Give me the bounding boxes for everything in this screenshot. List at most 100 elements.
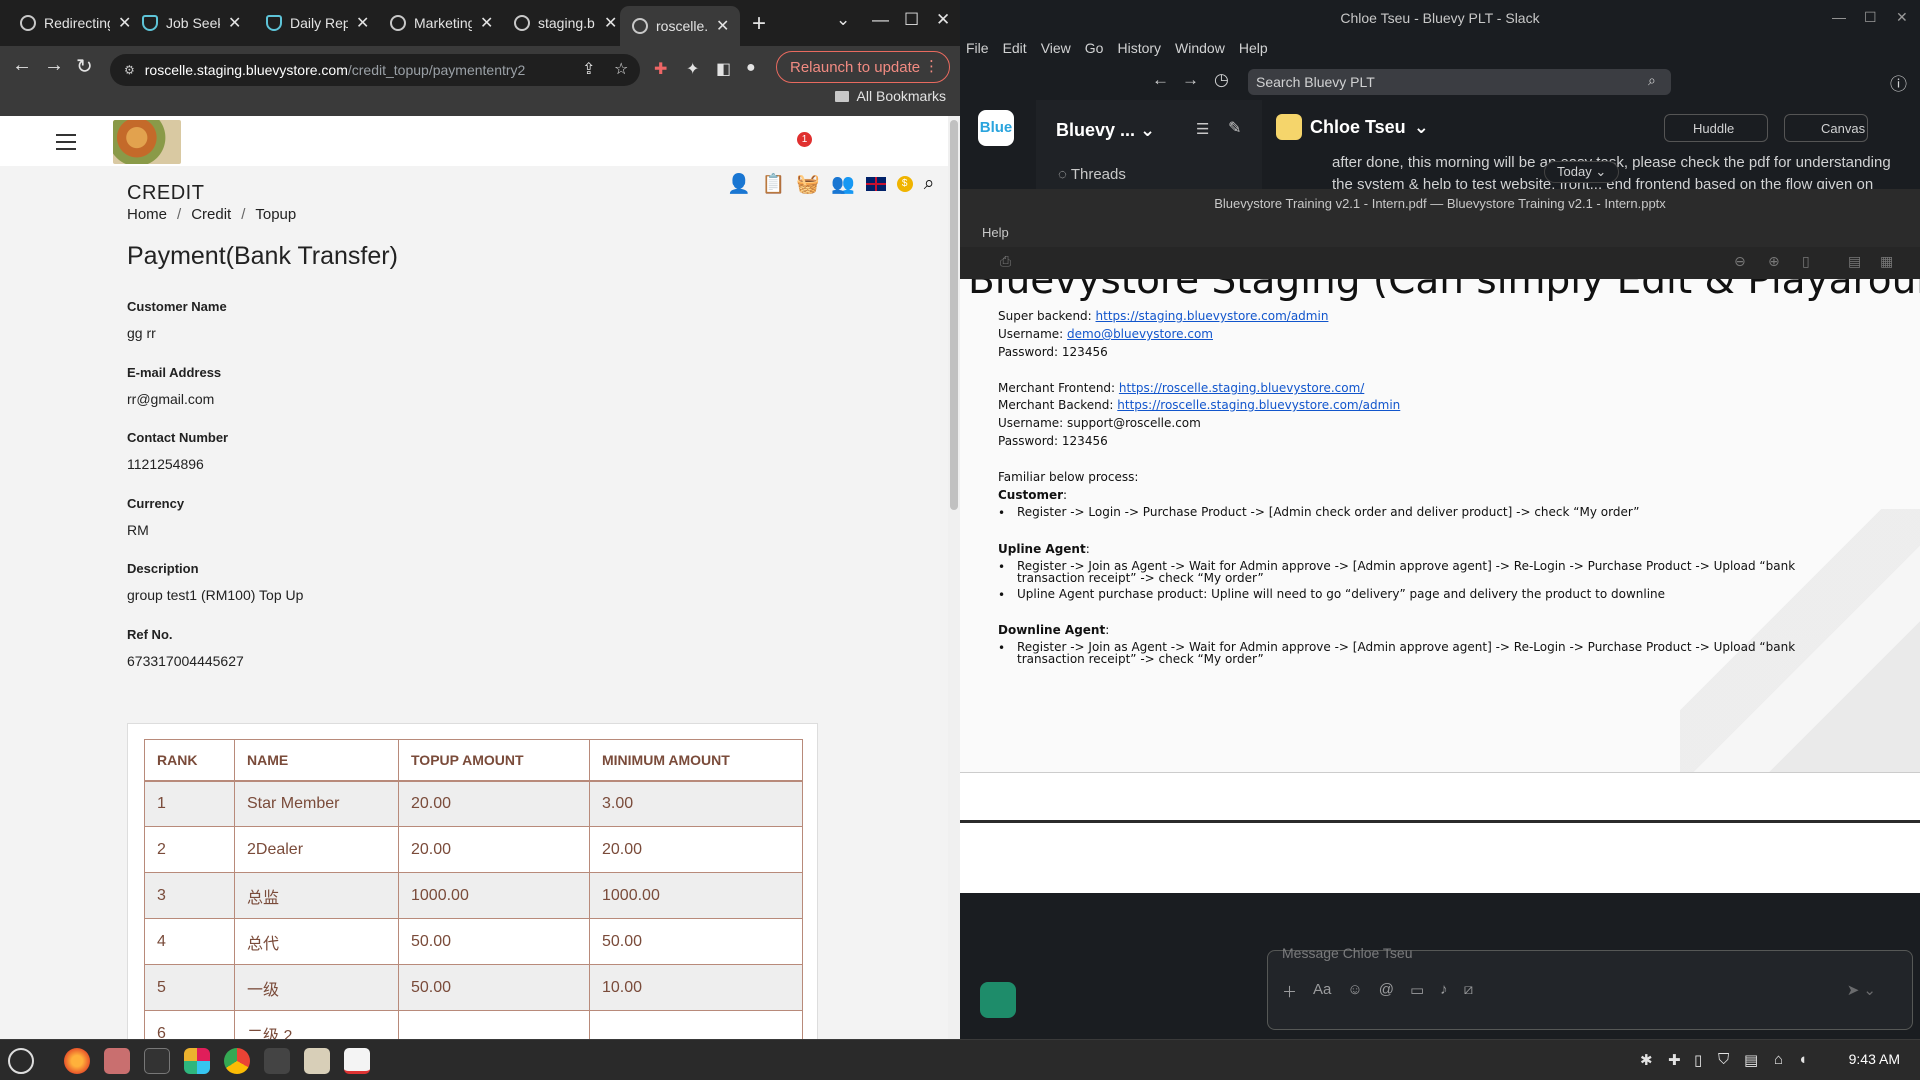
breadcrumb-home[interactable]: Home bbox=[127, 206, 167, 223]
more-menu-icon[interactable]: ⋮ bbox=[924, 57, 939, 75]
profile-icon[interactable]: ● bbox=[746, 59, 756, 77]
slack-search-input[interactable]: Search Bluevy PLT bbox=[1248, 69, 1671, 95]
tab-search-icon[interactable]: ⌄ bbox=[836, 10, 850, 30]
zoom-in-icon[interactable]: ⊕ bbox=[1768, 253, 1780, 270]
breadcrumb-credit[interactable]: Credit bbox=[191, 206, 231, 223]
close-tab-icon[interactable]: ✕ bbox=[480, 13, 493, 33]
merchant-backend-link[interactable]: https://roscelle.staging.bluevystore.com… bbox=[1117, 398, 1400, 412]
uk-flag-icon[interactable] bbox=[865, 177, 886, 191]
print-icon[interactable]: ⎙ bbox=[1000, 253, 1011, 270]
minimize-icon[interactable]: — bbox=[872, 10, 889, 30]
chrome-icon[interactable] bbox=[224, 1048, 250, 1074]
filter-icon[interactable]: ☰ bbox=[1196, 120, 1209, 138]
plus-icon[interactable]: ＋ bbox=[1282, 981, 1297, 1002]
address-bar[interactable]: ⚙ roscelle.staging.bluevystore.com/credi… bbox=[110, 54, 640, 86]
files-icon[interactable] bbox=[104, 1048, 130, 1074]
username-email-link[interactable]: demo@bluevystore.com bbox=[1067, 327, 1213, 341]
maximize-icon[interactable]: ☐ bbox=[1864, 9, 1877, 26]
archive-icon[interactable] bbox=[304, 1048, 330, 1074]
shield-icon[interactable]: ⛉ bbox=[1718, 1051, 1729, 1068]
emoji-icon[interactable]: ☺ bbox=[1347, 981, 1362, 1002]
menu-view[interactable]: View bbox=[1041, 40, 1071, 56]
workspace-name[interactable]: Bluevy ... ⌄ bbox=[1056, 120, 1155, 141]
basket-icon[interactable]: 🧺 bbox=[796, 172, 820, 196]
extensions-puzzle-icon[interactable]: ✦ bbox=[686, 59, 699, 79]
close-window-icon[interactable]: ✕ bbox=[936, 10, 950, 30]
orders-icon[interactable]: 📋 bbox=[762, 172, 786, 196]
merchant-frontend-link[interactable]: https://roscelle.staging.bluevystore.com… bbox=[1119, 381, 1364, 395]
zoom-out-icon[interactable]: ⊖ bbox=[1734, 253, 1746, 270]
channel-name[interactable]: Chloe Tseu ⌄ bbox=[1276, 114, 1429, 140]
clock[interactable]: 9:43 AM bbox=[1849, 1051, 1900, 1067]
menu-file[interactable]: File bbox=[966, 40, 989, 56]
tray-cross-icon[interactable]: ✚ bbox=[1668, 1051, 1681, 1069]
shortcut-icon[interactable]: ⧄ bbox=[1464, 981, 1474, 1002]
mention-icon[interactable]: @ bbox=[1379, 981, 1394, 1002]
clipboard-icon[interactable]: ▯ bbox=[1694, 1051, 1702, 1069]
tab-daily-rep[interactable]: Daily Rep ✕ bbox=[254, 8, 369, 38]
firefox-icon[interactable] bbox=[64, 1048, 90, 1074]
document-viewer-icon[interactable] bbox=[344, 1048, 370, 1074]
hamburger-menu-icon[interactable] bbox=[56, 134, 76, 155]
network-icon[interactable]: ⌂ bbox=[1774, 1051, 1783, 1068]
system-monitor-icon[interactable] bbox=[264, 1048, 290, 1074]
tab-staging[interactable]: staging.b ✕ bbox=[502, 8, 617, 38]
menu-window[interactable]: Window bbox=[1175, 40, 1225, 56]
share-icon[interactable]: ⇪ bbox=[582, 59, 595, 79]
us-flag-icon[interactable]: ▤ bbox=[1744, 1051, 1758, 1069]
menu-history[interactable]: History bbox=[1117, 40, 1161, 56]
coin-icon[interactable]: $ bbox=[896, 176, 913, 192]
huddle-button[interactable]: Huddle bbox=[1664, 114, 1768, 142]
forward-icon[interactable]: → bbox=[1182, 70, 1199, 90]
sidebar-toggle-icon[interactable]: ▤ bbox=[1848, 253, 1861, 270]
relaunch-button[interactable]: Relaunch to update ⋮ bbox=[776, 51, 950, 83]
user-avatar[interactable] bbox=[980, 982, 1016, 1018]
store-logo[interactable] bbox=[113, 120, 181, 164]
agents-icon[interactable]: 👥 bbox=[831, 172, 855, 196]
tab-marketing[interactable]: Marketing ✕ bbox=[378, 8, 493, 38]
search-icon[interactable]: ⌕ bbox=[924, 173, 935, 195]
slack-tray-icon[interactable]: ✱ bbox=[1640, 1051, 1653, 1069]
back-icon[interactable]: ← bbox=[12, 54, 32, 77]
tab-redirecting[interactable]: Redirecting ✕ bbox=[8, 8, 131, 38]
site-info-icon[interactable]: ⚙ bbox=[124, 63, 135, 77]
bookmark-star-icon[interactable]: ☆ bbox=[614, 59, 628, 79]
minimize-icon[interactable]: — bbox=[1832, 9, 1846, 25]
history-icon[interactable]: ◷ bbox=[1214, 70, 1229, 90]
user-icon[interactable]: 👤 bbox=[727, 172, 751, 196]
tab-roscelle[interactable]: roscelle.s✕ bbox=[620, 6, 740, 46]
video-icon[interactable]: ▭ bbox=[1410, 981, 1424, 1002]
scrollbar-thumb[interactable] bbox=[950, 120, 958, 510]
side-panel-icon[interactable]: ◧ bbox=[716, 59, 731, 79]
fit-page-icon[interactable]: ▯ bbox=[1802, 253, 1810, 270]
today-divider[interactable]: Today ⌄ bbox=[1544, 161, 1620, 183]
start-menu-icon[interactable] bbox=[8, 1048, 34, 1074]
close-window-icon[interactable]: ✕ bbox=[1896, 9, 1908, 26]
canvas-button[interactable]: Canvas bbox=[1784, 114, 1868, 142]
slack-icon[interactable] bbox=[184, 1048, 210, 1074]
forward-icon[interactable]: → bbox=[44, 54, 64, 77]
compose-icon[interactable]: ✎ bbox=[1228, 118, 1241, 138]
help-icon[interactable]: ⓘ bbox=[1890, 70, 1907, 95]
tab-job-seek[interactable]: Job Seek ✕ bbox=[130, 8, 241, 38]
view-mode-icon[interactable]: ▦ bbox=[1880, 253, 1893, 270]
message-composer[interactable]: Message Chloe Tseu ＋ Aa ☺ @ ▭ ♪ ⧄ ➤ ⌄ bbox=[1267, 945, 1913, 1030]
microphone-icon[interactable]: ♪ bbox=[1440, 981, 1448, 1002]
menu-go[interactable]: Go bbox=[1085, 40, 1104, 56]
reload-icon[interactable]: ↻ bbox=[76, 54, 93, 79]
page-scrollbar[interactable] bbox=[948, 116, 960, 1039]
super-backend-link[interactable]: https://staging.bluevystore.com/admin bbox=[1096, 309, 1329, 323]
close-tab-icon[interactable]: ✕ bbox=[716, 16, 729, 36]
close-tab-icon[interactable]: ✕ bbox=[604, 13, 617, 33]
back-icon[interactable]: ← bbox=[1152, 70, 1169, 90]
terminal-icon[interactable] bbox=[144, 1048, 170, 1074]
close-tab-icon[interactable]: ✕ bbox=[228, 13, 241, 33]
maximize-icon[interactable]: ☐ bbox=[904, 10, 919, 30]
menu-help[interactable]: Help bbox=[982, 225, 1009, 240]
extension-red-cross-icon[interactable]: ✚ bbox=[654, 59, 667, 79]
formatting-icon[interactable]: Aa bbox=[1313, 981, 1331, 1002]
volume-icon[interactable]: ◖ bbox=[1798, 1051, 1807, 1068]
workspace-logo[interactable]: Blue bbox=[978, 110, 1014, 146]
close-tab-icon[interactable]: ✕ bbox=[356, 13, 369, 33]
menu-edit[interactable]: Edit bbox=[1003, 40, 1027, 56]
